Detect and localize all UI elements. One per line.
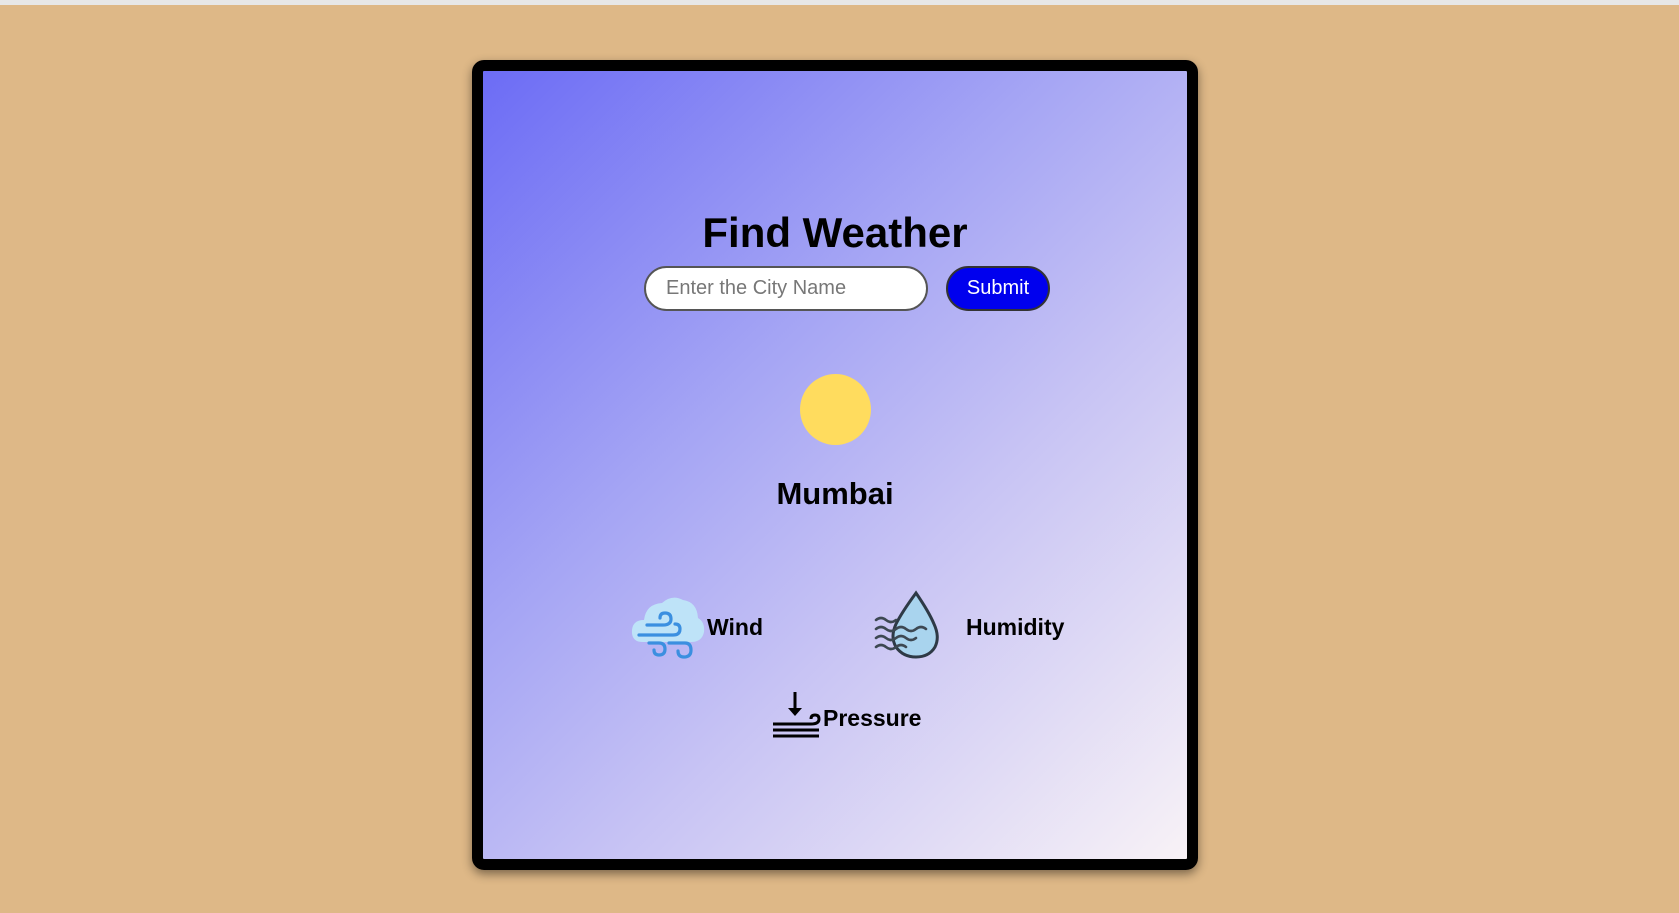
pressure-stat: Pressure xyxy=(771,690,921,747)
humidity-drop-icon xyxy=(872,590,940,665)
submit-button[interactable]: Submit xyxy=(946,266,1050,311)
wind-label: Wind xyxy=(707,614,763,640)
page-title: Find Weather xyxy=(702,209,968,256)
pressure-icon xyxy=(771,690,823,747)
weather-card: Find Weather Submit Mumbai Wind xyxy=(472,60,1198,870)
city-search-input[interactable] xyxy=(644,266,928,311)
humidity-label: Humidity xyxy=(966,614,1065,640)
top-edge-line xyxy=(0,0,1679,5)
humidity-stat: Humidity xyxy=(872,590,1064,665)
wind-stat: Wind xyxy=(629,590,763,665)
city-name: Mumbai xyxy=(776,476,894,511)
pressure-label: Pressure xyxy=(823,705,922,731)
wind-cloud-icon xyxy=(629,590,707,665)
sun-icon xyxy=(800,374,871,445)
